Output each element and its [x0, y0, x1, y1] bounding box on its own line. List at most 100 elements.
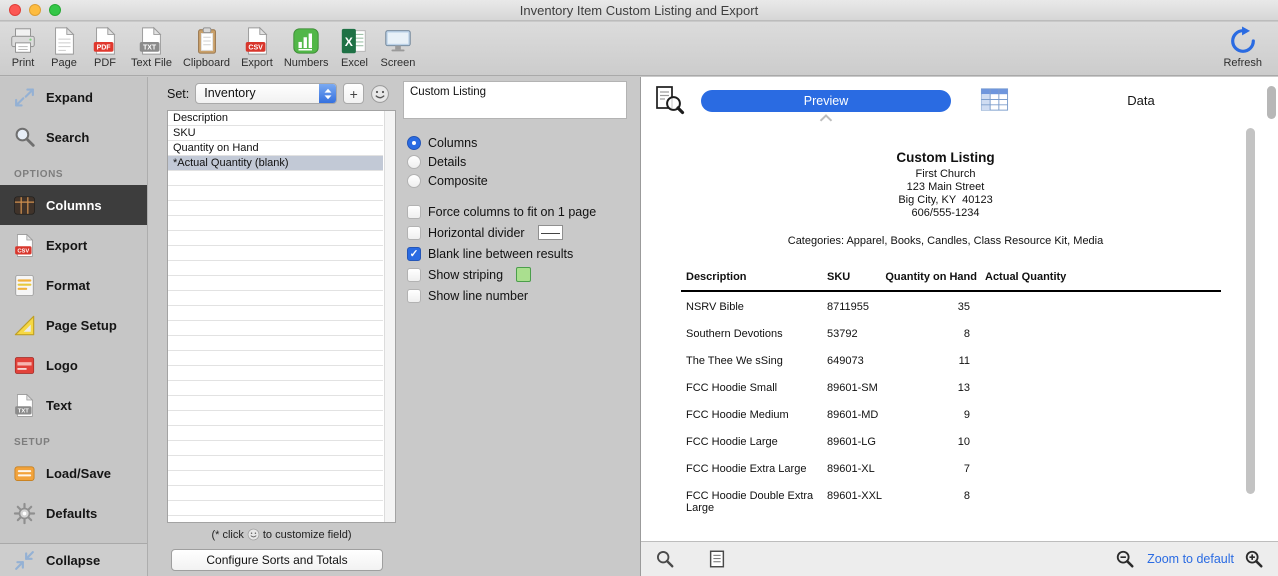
doc-cell-actual: [977, 463, 1221, 475]
toolbar-button-clipboard[interactable]: Clipboard: [183, 26, 230, 69]
field-row-empty: [168, 201, 383, 216]
smiley-icon: [247, 528, 260, 541]
field-row[interactable]: *Actual Quantity (blank): [168, 156, 383, 171]
doc-cell-description: Southern Devotions: [681, 328, 827, 340]
doc-header-line: First Church: [641, 168, 1250, 181]
toolbar-button-excel[interactable]: XExcel: [339, 26, 369, 69]
field-row[interactable]: SKU: [168, 126, 383, 141]
zoom-window-button[interactable]: [49, 4, 61, 16]
set-dropdown[interactable]: Inventory: [195, 83, 337, 104]
radio-button[interactable]: [407, 174, 421, 188]
radio-button[interactable]: [407, 155, 421, 169]
toolbar-button-pdf[interactable]: PDFPDF: [90, 26, 120, 69]
divider-style-swatch[interactable]: [538, 225, 563, 240]
checkbox-blank-line-between-results[interactable]: ✓Blank line between results: [407, 243, 596, 264]
zoom-to-default-link[interactable]: Zoom to default: [1147, 552, 1234, 566]
doc-cell-actual: [977, 382, 1221, 394]
toolbar-button-text-file[interactable]: TXTText File: [131, 26, 172, 69]
checkbox-horizontal-divider[interactable]: Horizontal divider: [407, 222, 596, 243]
field-row-empty: [168, 246, 383, 261]
field-rows: DescriptionSKUQuantity on Hand*Actual Qu…: [168, 111, 383, 523]
sidebar-item-logo[interactable]: Logo: [0, 345, 147, 385]
zoom-out-icon[interactable]: [1115, 549, 1135, 569]
traffic-lights: [9, 4, 61, 16]
toolbar-button-refresh[interactable]: Refresh: [1223, 26, 1262, 69]
doc-column-header: Description: [681, 271, 827, 283]
field-row[interactable]: Quantity on Hand: [168, 141, 383, 156]
field-list-scrollbar[interactable]: [384, 111, 395, 522]
minimize-button[interactable]: [29, 4, 41, 16]
field-row-empty: [168, 381, 383, 396]
toolbar-button-print[interactable]: Print: [8, 26, 38, 69]
sidebar-item-columns[interactable]: Columns: [0, 185, 147, 225]
checkbox[interactable]: ✓: [407, 247, 421, 261]
sidebar-item-label: Defaults: [46, 506, 97, 521]
checkbox-force-columns-to-fit-on-1-page[interactable]: Force columns to fit on 1 page: [407, 201, 596, 222]
checkbox[interactable]: [407, 289, 421, 303]
pane-scrollbar[interactable]: [1267, 86, 1276, 119]
sidebar-item-search[interactable]: Search: [0, 117, 147, 157]
field-row[interactable]: Description: [168, 111, 383, 126]
sidebar-item-collapse[interactable]: Collapse: [0, 543, 147, 576]
doc-cell-qty: 8: [885, 328, 977, 340]
hint-text-prefix: (* click: [211, 529, 243, 541]
sidebar-section-options-section: OPTIONS: [0, 157, 147, 185]
field-row-empty: [168, 456, 383, 471]
document-scrollbar[interactable]: [1246, 128, 1255, 494]
search-icon[interactable]: [655, 549, 675, 569]
tab-data[interactable]: Data: [1111, 77, 1171, 124]
collapse-icon: [12, 548, 37, 573]
checkbox-show-striping[interactable]: Show striping: [407, 264, 596, 285]
sidebar-item-export[interactable]: CSVExport: [0, 225, 147, 265]
checkbox-label: Show striping: [428, 268, 503, 282]
radio-button[interactable]: [407, 136, 421, 150]
toolbar-button-label: PDF: [94, 57, 116, 69]
preview-find-icon[interactable]: [653, 85, 685, 115]
close-button[interactable]: [9, 4, 21, 16]
checkbox-label: Force columns to fit on 1 page: [428, 205, 596, 219]
doc-cell-description: NSRV Bible: [681, 301, 827, 313]
toolbar-button-label: Export: [241, 57, 273, 69]
radio-composite[interactable]: Composite: [407, 171, 488, 190]
sidebar-item-format[interactable]: Format: [0, 265, 147, 305]
sidebar-item-load-save[interactable]: Load/Save: [0, 453, 147, 493]
toolbar-buttons: Print Page PDFPDF TXTText File Clipboard CSV E…: [8, 26, 426, 69]
toolbar-button-screen[interactable]: Screen: [380, 26, 415, 69]
document-icon[interactable]: [707, 549, 727, 569]
svg-text:CSV: CSV: [248, 44, 263, 51]
field-row-empty: [168, 396, 383, 411]
listing-title-input[interactable]: Custom Listing: [403, 81, 627, 119]
doc-column-header: SKU: [827, 271, 885, 283]
checkbox[interactable]: [407, 268, 421, 282]
app-window: Inventory Item Custom Listing and Export…: [0, 0, 1278, 576]
toolbar-button-numbers[interactable]: Numbers: [284, 26, 329, 69]
dropdown-arrows-icon: [319, 84, 336, 103]
tab-preview[interactable]: Preview: [701, 90, 951, 112]
sidebar-item-defaults[interactable]: Defaults: [0, 493, 147, 533]
toolbar-button-page[interactable]: Page: [49, 26, 79, 69]
radio-columns[interactable]: Columns: [407, 133, 488, 152]
data-table-icon[interactable]: [979, 85, 1010, 114]
radio-details[interactable]: Details: [407, 152, 488, 171]
checkbox-show-line-number[interactable]: Show line number: [407, 285, 596, 306]
customize-field-button[interactable]: [370, 84, 390, 104]
striping-color-swatch[interactable]: [516, 267, 531, 282]
doc-cell-actual: [977, 490, 1221, 514]
doc-title: Custom Listing: [641, 150, 1250, 165]
toolbar-button-export[interactable]: CSV Export: [241, 26, 273, 69]
sidebar-section-setup-section: SETUP: [0, 425, 147, 453]
configure-sorts-totals-button[interactable]: Configure Sorts and Totals: [171, 549, 383, 571]
sidebar-item-label: Export: [46, 238, 87, 253]
toolbar-button-label: Screen: [380, 57, 415, 69]
zoom-in-icon[interactable]: [1244, 549, 1264, 569]
printer-icon: [8, 26, 38, 56]
checkbox[interactable]: [407, 205, 421, 219]
doc-cell-sku: 649073: [827, 355, 885, 367]
doc-table-header: DescriptionSKUQuantity on HandActual Qua…: [681, 271, 1221, 292]
add-field-set-button[interactable]: +: [343, 83, 364, 104]
checkbox[interactable]: [407, 226, 421, 240]
tab-preview-label: Preview: [804, 94, 848, 108]
sidebar-item-text[interactable]: TXTText: [0, 385, 147, 425]
sidebar-item-expand[interactable]: Expand: [0, 77, 147, 117]
sidebar-item-page-setup[interactable]: Page Setup: [0, 305, 147, 345]
